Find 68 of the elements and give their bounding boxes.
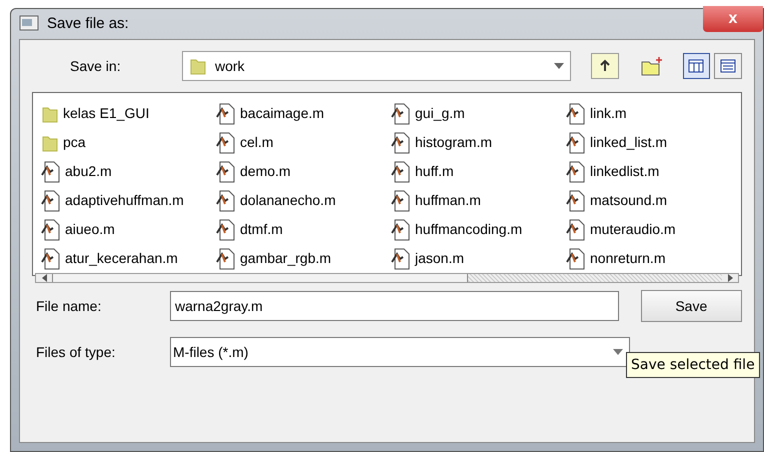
save-button[interactable]: Save — [640, 290, 742, 322]
scroll-left-icon[interactable] — [42, 274, 46, 282]
details-list-icon — [720, 59, 736, 73]
up-folder-button[interactable] — [591, 53, 620, 79]
script-file-icon — [41, 190, 61, 212]
files-of-type-label: Files of type: — [35, 342, 116, 362]
file-item[interactable]: dtmf.m — [216, 215, 391, 244]
file-item[interactable]: huffmancoding.m — [391, 215, 566, 244]
script-file-icon — [216, 132, 236, 154]
file-item[interactable]: nonreturn.m — [566, 244, 741, 273]
file-item[interactable]: atur_kecerahan.m — [41, 244, 216, 273]
script-file-icon — [566, 190, 586, 212]
file-type-dropdown[interactable]: M-files (*.m) — [170, 337, 630, 367]
grid-icon — [688, 59, 704, 73]
file-item[interactable]: matsound.m — [566, 186, 741, 215]
list-view-button[interactable] — [682, 53, 710, 79]
file-item[interactable]: gambar_rgb.m — [216, 244, 391, 273]
file-item[interactable]: demo.m — [216, 157, 391, 186]
window-title: Save file as: — [47, 14, 129, 34]
script-file-icon — [391, 190, 411, 212]
new-folder-icon — [640, 56, 664, 76]
file-item[interactable]: cel.m — [216, 128, 391, 157]
script-file-icon — [391, 160, 411, 182]
script-file-icon — [566, 132, 586, 154]
file-item[interactable]: linked_list.m — [566, 128, 741, 157]
script-file-icon — [391, 248, 411, 270]
script-file-icon — [391, 102, 411, 124]
script-file-icon — [41, 218, 61, 240]
script-file-icon — [566, 218, 586, 240]
tooltip: Save selected file — [626, 352, 760, 378]
script-file-icon — [566, 160, 586, 182]
script-file-icon — [41, 160, 61, 182]
file-item[interactable]: gui_g.m — [391, 99, 566, 128]
file-item[interactable]: histogram.m — [391, 128, 566, 157]
script-file-icon — [216, 190, 236, 212]
file-item[interactable]: link.m — [566, 99, 741, 128]
file-item[interactable]: huffman.m — [391, 186, 566, 215]
file-item[interactable]: aiueo.m — [41, 215, 216, 244]
scrollbar-thumb[interactable] — [52, 274, 468, 282]
window-icon — [19, 15, 39, 33]
file-item[interactable]: huff.m — [391, 157, 566, 186]
script-file-icon — [391, 218, 411, 240]
folder-dropdown[interactable]: work — [182, 51, 572, 81]
file-item[interactable]: abu2.m — [41, 157, 216, 186]
horizontal-scrollbar[interactable] — [35, 273, 739, 283]
script-file-icon — [391, 132, 411, 154]
script-file-icon — [216, 218, 236, 240]
dropdown-arrow-icon — [613, 349, 623, 355]
script-file-icon — [566, 248, 586, 270]
file-item[interactable]: adaptivehuffman.m — [41, 186, 216, 215]
script-file-icon — [216, 248, 236, 270]
scroll-right-icon[interactable] — [728, 274, 732, 282]
file-item[interactable]: pca — [41, 128, 216, 157]
script-file-icon — [216, 160, 236, 182]
dropdown-arrow-icon — [554, 63, 564, 69]
details-view-button[interactable] — [714, 53, 742, 79]
file-item[interactable]: bacaimage.m — [216, 99, 391, 128]
file-item[interactable]: linkedlist.m — [566, 157, 741, 186]
file-item[interactable]: muteraudio.m — [566, 215, 741, 244]
file-name-field[interactable]: warna2gray.m — [170, 291, 619, 321]
save-in-label: Save in: — [69, 56, 122, 76]
script-file-icon — [216, 102, 236, 124]
file-item[interactable]: dolananecho.m — [216, 186, 391, 215]
file-name-label: File name: — [35, 296, 102, 316]
script-file-icon — [41, 248, 61, 270]
script-file-icon — [566, 102, 586, 124]
file-item[interactable]: kelas E1_GUI — [41, 99, 216, 128]
file-item[interactable]: jason.m — [391, 244, 566, 273]
